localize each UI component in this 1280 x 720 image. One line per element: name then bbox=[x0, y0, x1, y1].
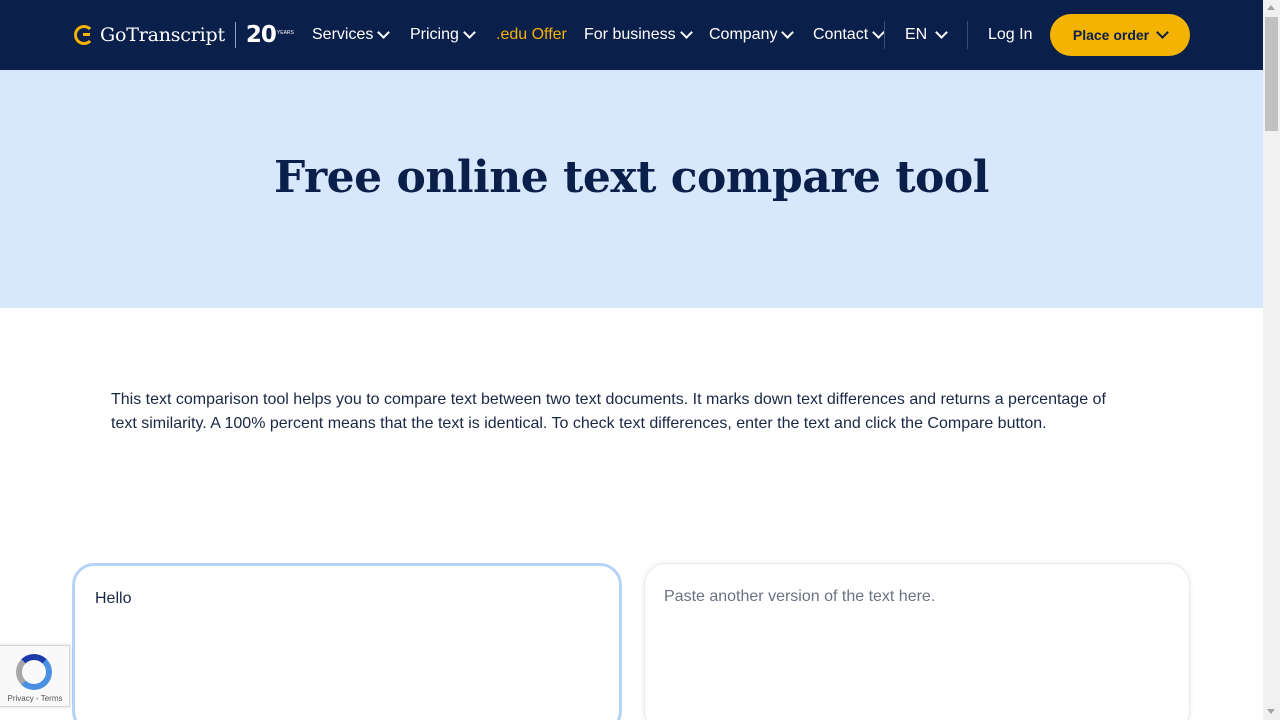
top-navigation-bar: GoTranscript 20 YEARS Services Pricing .… bbox=[0, 0, 1263, 70]
place-order-button[interactable]: Place order bbox=[1050, 14, 1190, 56]
nav-edu-offer[interactable]: .edu Offer bbox=[496, 25, 567, 45]
login-link[interactable]: Log In bbox=[988, 25, 1032, 45]
language-label: EN bbox=[905, 26, 928, 43]
recaptcha-separator: - bbox=[35, 694, 39, 703]
anniversary-badge-sub: YEARS bbox=[276, 30, 294, 36]
nav-services-label: Services bbox=[312, 26, 374, 43]
logo-text: GoTranscript bbox=[100, 24, 225, 46]
chevron-down-icon bbox=[1156, 26, 1169, 39]
chevron-down-icon bbox=[463, 26, 476, 39]
nav-pricing[interactable]: Pricing bbox=[410, 25, 476, 45]
recaptcha-badge[interactable]: Privacy - Terms bbox=[0, 645, 70, 707]
nav-for-business[interactable]: For business bbox=[584, 25, 693, 45]
chevron-down-icon bbox=[781, 26, 795, 39]
nav-services[interactable]: Services bbox=[312, 25, 391, 45]
intro-paragraph: This text comparison tool helps you to c… bbox=[111, 391, 1106, 432]
recaptcha-terms-link[interactable]: Terms bbox=[41, 694, 63, 703]
scroll-up-arrow-icon[interactable] bbox=[1267, 5, 1275, 10]
nav-edu-offer-label: .edu Offer bbox=[496, 26, 567, 43]
nav-contact[interactable]: Contact bbox=[813, 25, 886, 45]
page-title: Free online text compare tool bbox=[274, 152, 989, 203]
nav-for-business-label: For business bbox=[584, 26, 676, 43]
nav-company[interactable]: Company bbox=[709, 25, 795, 45]
nav-divider bbox=[884, 21, 885, 49]
scroll-down-arrow-icon[interactable] bbox=[1267, 709, 1275, 714]
nav-pricing-label: Pricing bbox=[410, 26, 459, 43]
logo-g-icon bbox=[74, 25, 94, 45]
gotranscript-logo[interactable]: GoTranscript 20 YEARS bbox=[74, 22, 294, 48]
compared-text-input[interactable] bbox=[644, 563, 1190, 720]
anniversary-badge: 20 bbox=[245, 22, 277, 48]
page-scrollbar[interactable] bbox=[1263, 0, 1280, 720]
hero-section: Free online text compare tool bbox=[0, 70, 1263, 308]
recaptcha-links: Privacy - Terms bbox=[0, 694, 70, 703]
original-text-input[interactable] bbox=[72, 563, 622, 720]
nav-contact-label: Contact bbox=[813, 26, 869, 43]
recaptcha-icon bbox=[16, 654, 52, 690]
chevron-down-icon bbox=[679, 26, 693, 39]
language-selector[interactable]: EN bbox=[905, 25, 949, 45]
chevron-down-icon bbox=[377, 26, 391, 39]
scrollbar-thumb[interactable] bbox=[1265, 17, 1278, 131]
place-order-label: Place order bbox=[1072, 27, 1150, 43]
login-label: Log In bbox=[988, 26, 1033, 43]
nav-divider bbox=[967, 21, 968, 49]
nav-company-label: Company bbox=[709, 26, 778, 43]
recaptcha-privacy-link[interactable]: Privacy bbox=[8, 694, 34, 703]
logo-divider bbox=[234, 22, 236, 48]
chevron-down-icon bbox=[935, 26, 949, 39]
